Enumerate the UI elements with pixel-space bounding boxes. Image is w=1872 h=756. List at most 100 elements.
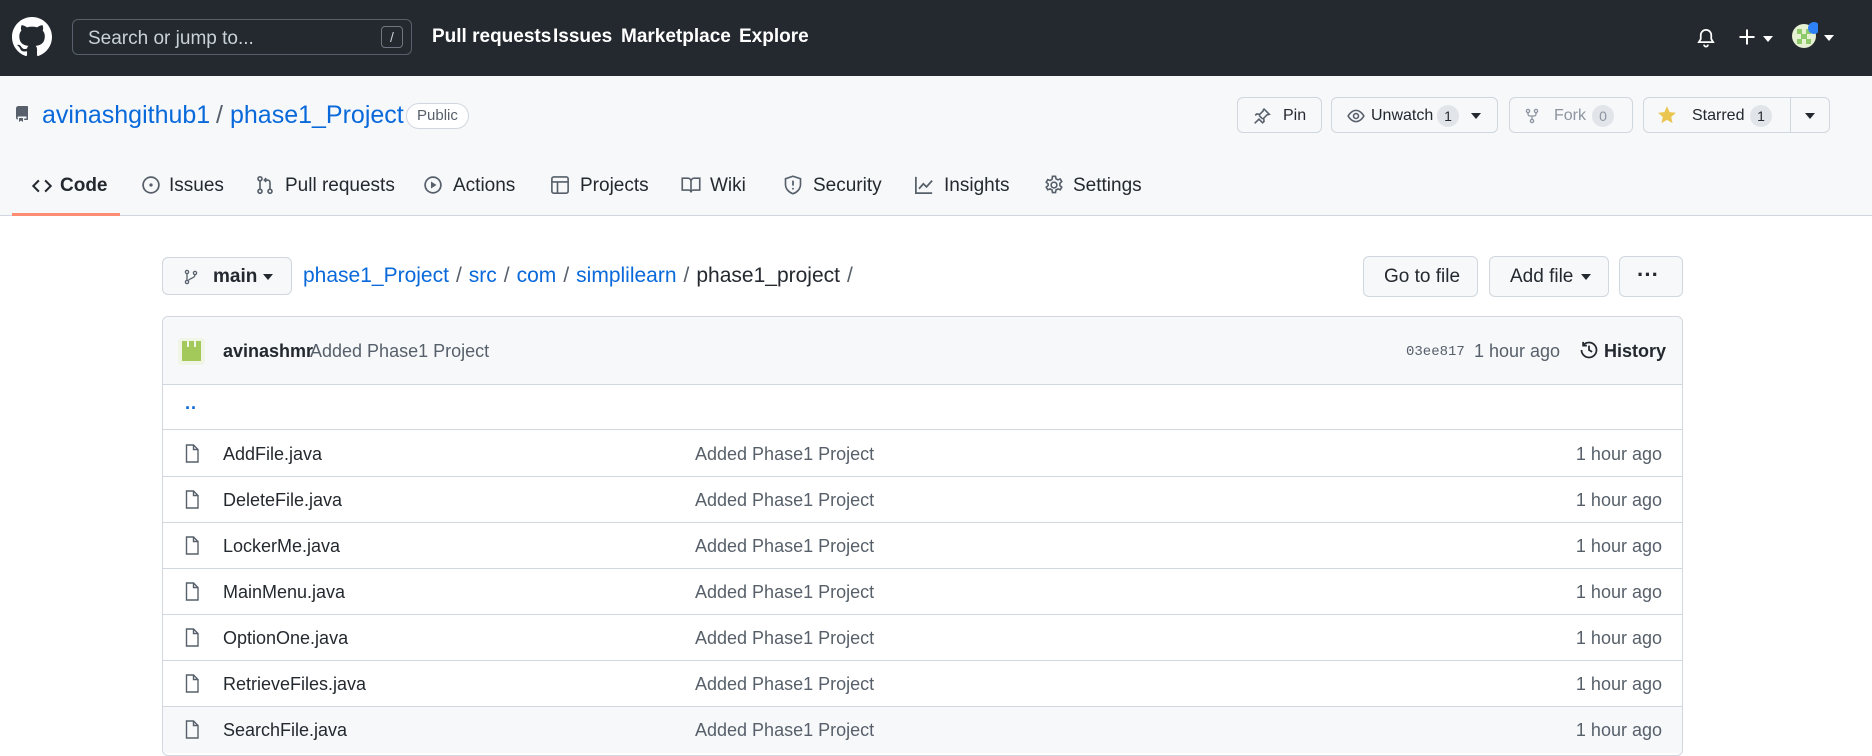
graph-icon — [915, 176, 933, 194]
selected-tab-indicator — [12, 213, 120, 216]
file-commit-time: 1 hour ago — [1575, 720, 1662, 740]
repo-owner-link[interactable]: avinashgithub1 — [42, 101, 210, 130]
repo-path-separator: / — [216, 101, 223, 129]
history-icon[interactable] — [1579, 340, 1599, 360]
file-commit-time: 1 hour ago — [1575, 582, 1662, 602]
parent-directory-link[interactable]: .. — [185, 393, 197, 414]
nav-explore[interactable]: Explore — [739, 26, 809, 48]
breadcrumb-trailing-separator: / — [846, 264, 853, 287]
file-browser: avinashmr Added Phase1 Project 03ee817 1… — [162, 316, 1683, 756]
file-name[interactable]: AddFile.java — [223, 444, 322, 465]
repo-icon — [14, 104, 30, 124]
file-name[interactable]: MainMenu.java — [223, 582, 345, 603]
book-icon — [681, 177, 701, 193]
file-row[interactable]: MainMenu.java Added Phase1 Project 1 hou… — [163, 569, 1682, 615]
star-list-dropdown[interactable] — [1791, 98, 1829, 132]
commit-message[interactable]: Added Phase1 Project — [310, 341, 489, 362]
file-row[interactable]: OptionOne.java Added Phase1 Project 1 ho… — [163, 615, 1682, 661]
visibility-badge: Public — [406, 103, 469, 129]
tab-label: Code — [60, 175, 108, 196]
breadcrumb-current: phase1_project — [696, 264, 840, 287]
nav-pull-requests[interactable]: Pull requests — [432, 26, 551, 48]
repo-name-link[interactable]: phase1_Project — [230, 101, 404, 130]
file-row[interactable]: RetrieveFiles.java Added Phase1 Project … — [163, 661, 1682, 707]
commit-author[interactable]: avinashmr — [223, 341, 313, 362]
breadcrumb: phase1_Project / src / com / simplilearn / phase… — [303, 264, 860, 288]
user-avatar-menu[interactable] — [1790, 22, 1840, 54]
file-name[interactable]: OptionOne.java — [223, 628, 348, 649]
file-commit-message[interactable]: Added Phase1 Project — [695, 490, 874, 511]
tab-label: Issues — [169, 175, 224, 196]
tab-label: Wiki — [710, 175, 746, 196]
unwatch-button[interactable]: Unwatch 1 — [1331, 97, 1498, 133]
table-icon — [551, 176, 569, 194]
shield-icon — [784, 175, 802, 195]
file-commit-time: 1 hour ago — [1575, 628, 1662, 648]
file-name[interactable]: RetrieveFiles.java — [223, 674, 366, 695]
create-new-plus-icon[interactable] — [1737, 26, 1777, 50]
code-icon — [32, 179, 52, 193]
parent-directory-row[interactable]: .. — [163, 385, 1682, 430]
commit-sha[interactable]: 03ee817 — [1406, 344, 1465, 360]
fork-button[interactable]: Fork 0 — [1509, 97, 1633, 133]
commit-time: 1 hour ago — [1474, 341, 1561, 361]
file-icon — [185, 490, 199, 509]
pin-button[interactable]: Pin — [1237, 97, 1322, 133]
file-row[interactable]: AddFile.java Added Phase1 Project 1 hour… — [163, 431, 1682, 477]
chevron-down-icon — [1805, 113, 1815, 119]
gear-icon — [1045, 175, 1063, 194]
file-commit-time: 1 hour ago — [1575, 674, 1662, 694]
eye-icon — [1347, 109, 1365, 123]
fork-label: Fork — [1554, 107, 1586, 124]
file-icon — [185, 628, 199, 647]
stars-count: 1 — [1750, 105, 1772, 127]
breadcrumb-repo-link[interactable]: phase1_Project — [303, 264, 449, 287]
starred-button-group: Starred 1 — [1643, 97, 1830, 133]
breadcrumb-simplilearn-link[interactable]: simplilearn — [576, 264, 676, 287]
file-name[interactable]: LockerMe.java — [223, 536, 340, 557]
breadcrumb-src-link[interactable]: src — [469, 264, 497, 287]
avatar — [1792, 22, 1818, 48]
play-icon — [424, 176, 442, 194]
file-icon — [185, 536, 199, 555]
breadcrumb-separator: / — [683, 264, 690, 287]
star-icon — [1658, 106, 1676, 124]
chevron-down-icon — [263, 274, 273, 280]
nav-marketplace[interactable]: Marketplace — [621, 26, 731, 48]
breadcrumb-separator: / — [455, 264, 462, 287]
file-row[interactable]: LockerMe.java Added Phase1 Project 1 hou… — [163, 523, 1682, 569]
notifications-bell-icon[interactable] — [1696, 27, 1716, 49]
file-name[interactable]: SearchFile.java — [223, 720, 347, 741]
file-name[interactable]: DeleteFile.java — [223, 490, 342, 511]
breadcrumb-com-link[interactable]: com — [517, 264, 557, 287]
branch-selector-button[interactable]: main — [162, 257, 292, 295]
search-placeholder: Search or jump to... — [88, 28, 254, 49]
file-commit-message[interactable]: Added Phase1 Project — [695, 628, 874, 649]
file-commit-time: 1 hour ago — [1575, 536, 1662, 556]
file-commit-message[interactable]: Added Phase1 Project — [695, 582, 874, 603]
search-shortcut-key: / — [381, 26, 403, 48]
pull-request-icon — [257, 175, 273, 195]
history-link[interactable]: History — [1604, 341, 1666, 362]
starred-button[interactable]: Starred 1 — [1644, 98, 1790, 132]
file-commit-message[interactable]: Added Phase1 Project — [695, 536, 874, 557]
issue-icon — [142, 176, 160, 194]
more-options-button[interactable]: ··· — [1619, 256, 1683, 297]
file-row[interactable]: DeleteFile.java Added Phase1 Project 1 h… — [163, 477, 1682, 523]
nav-issues[interactable]: Issues — [553, 26, 612, 48]
file-row[interactable]: SearchFile.java Added Phase1 Project 1 h… — [163, 707, 1682, 753]
go-to-file-button[interactable]: Go to file — [1363, 256, 1478, 297]
author-avatar[interactable] — [178, 338, 205, 365]
file-commit-message[interactable]: Added Phase1 Project — [695, 720, 874, 741]
github-logo-icon[interactable] — [12, 17, 52, 57]
search-input[interactable]: Search or jump to... / — [72, 19, 412, 55]
breadcrumb-separator: / — [503, 264, 510, 287]
latest-commit-bar: avinashmr Added Phase1 Project 03ee817 1… — [163, 317, 1682, 385]
tab-label: Insights — [944, 175, 1010, 196]
file-commit-message[interactable]: Added Phase1 Project — [695, 444, 874, 465]
file-commit-message[interactable]: Added Phase1 Project — [695, 674, 874, 695]
file-commit-time: 1 hour ago — [1575, 444, 1662, 464]
go-to-file-label: Go to file — [1384, 266, 1461, 287]
add-file-button[interactable]: Add file — [1489, 256, 1609, 297]
kebab-horizontal-icon: ··· — [1637, 262, 1659, 287]
